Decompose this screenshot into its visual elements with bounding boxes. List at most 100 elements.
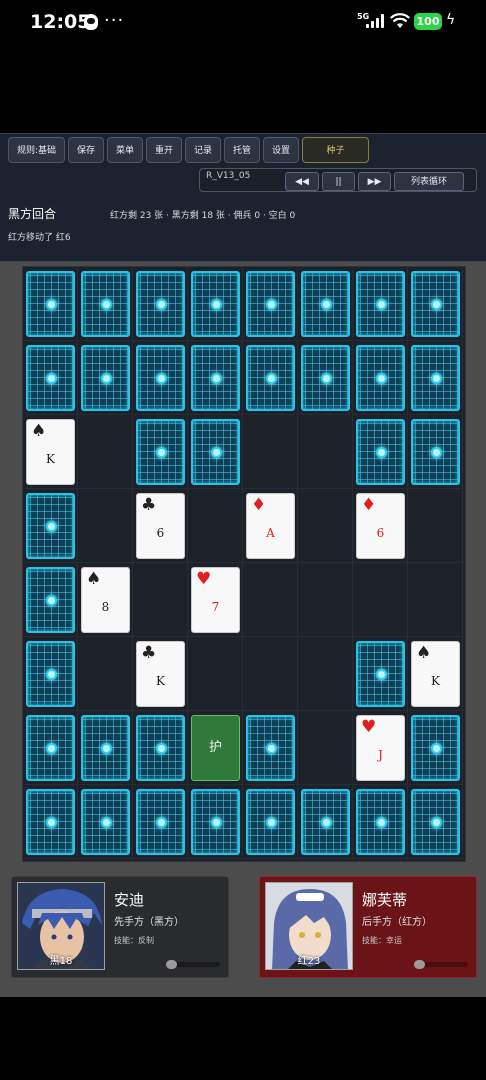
- board-cell[interactable]: 护: [188, 711, 243, 785]
- face-down-card[interactable]: [356, 789, 405, 855]
- face-down-card[interactable]: [81, 789, 130, 855]
- board-cell[interactable]: [243, 637, 298, 711]
- card-spade-k[interactable]: ♠ K: [411, 641, 460, 707]
- face-down-card[interactable]: [136, 715, 185, 781]
- face-down-card[interactable]: [26, 789, 75, 855]
- board-cell[interactable]: [23, 637, 78, 711]
- board-cell[interactable]: [133, 563, 188, 637]
- board-cell[interactable]: [23, 785, 78, 859]
- face-down-card[interactable]: [246, 271, 295, 337]
- board-cell[interactable]: [353, 267, 408, 341]
- board-cell[interactable]: [188, 637, 243, 711]
- menu-button[interactable]: 菜单: [107, 137, 143, 163]
- board-cell[interactable]: [243, 711, 298, 785]
- face-down-card[interactable]: [301, 345, 350, 411]
- face-down-card[interactable]: [191, 419, 240, 485]
- card-club-k[interactable]: ♣ K: [136, 641, 185, 707]
- rules-button[interactable]: 规则:基础: [8, 137, 65, 163]
- board-cell[interactable]: [408, 415, 463, 489]
- board-cell[interactable]: [353, 341, 408, 415]
- board-cell[interactable]: ♦ 6: [353, 489, 408, 563]
- board-cell[interactable]: [188, 415, 243, 489]
- face-down-card[interactable]: [356, 641, 405, 707]
- board-cell[interactable]: [23, 489, 78, 563]
- seed-button[interactable]: 种子 1C27A67B: [302, 137, 369, 182]
- board-cell[interactable]: [298, 711, 353, 785]
- board-cell[interactable]: [133, 711, 188, 785]
- board-cell[interactable]: [408, 267, 463, 341]
- face-down-card[interactable]: [26, 715, 75, 781]
- face-down-card[interactable]: [26, 567, 75, 633]
- board-cell[interactable]: [133, 267, 188, 341]
- face-down-card[interactable]: [301, 789, 350, 855]
- board-cell[interactable]: [298, 637, 353, 711]
- card-spade-k[interactable]: ♠ K: [26, 419, 75, 485]
- pause-button[interactable]: ||: [322, 172, 355, 191]
- board-cell[interactable]: [78, 711, 133, 785]
- board-cell[interactable]: ♠ K: [23, 415, 78, 489]
- face-down-card[interactable]: [26, 641, 75, 707]
- card-heart-7[interactable]: ♥ 7: [191, 567, 240, 633]
- board-cell[interactable]: [298, 785, 353, 859]
- board-cell[interactable]: [133, 341, 188, 415]
- board-cell[interactable]: [188, 267, 243, 341]
- face-down-card[interactable]: [411, 345, 460, 411]
- face-down-card[interactable]: [26, 345, 75, 411]
- slider-knob[interactable]: [166, 960, 177, 969]
- face-down-card[interactable]: [136, 271, 185, 337]
- board-cell[interactable]: [243, 267, 298, 341]
- skill-slider[interactable]: [166, 960, 220, 969]
- board-cell[interactable]: [408, 785, 463, 859]
- board-cell[interactable]: [23, 563, 78, 637]
- board-cell[interactable]: [353, 415, 408, 489]
- face-down-card[interactable]: [81, 271, 130, 337]
- slider-knob[interactable]: [414, 960, 425, 969]
- board-cell[interactable]: [78, 637, 133, 711]
- card-heart-j[interactable]: ♥ J: [356, 715, 405, 781]
- guard-tile[interactable]: 护: [191, 715, 240, 781]
- board-cell[interactable]: [243, 785, 298, 859]
- board-cell[interactable]: [243, 415, 298, 489]
- board-cell[interactable]: [23, 341, 78, 415]
- face-down-card[interactable]: [411, 789, 460, 855]
- board-cell[interactable]: [23, 711, 78, 785]
- board-cell[interactable]: [408, 341, 463, 415]
- auto-play-button[interactable]: 托管: [224, 137, 260, 163]
- board-cell[interactable]: [298, 489, 353, 563]
- board-cell[interactable]: [133, 785, 188, 859]
- board-cell[interactable]: [243, 341, 298, 415]
- board-cell[interactable]: [353, 563, 408, 637]
- save-button[interactable]: 保存: [68, 137, 104, 163]
- face-down-card[interactable]: [356, 271, 405, 337]
- board-cell[interactable]: ♥ J: [353, 711, 408, 785]
- face-down-card[interactable]: [191, 345, 240, 411]
- log-button[interactable]: 记录: [185, 137, 221, 163]
- board-cell[interactable]: [298, 563, 353, 637]
- face-down-card[interactable]: [136, 419, 185, 485]
- face-down-card[interactable]: [81, 715, 130, 781]
- face-down-card[interactable]: [136, 789, 185, 855]
- face-down-card[interactable]: [411, 715, 460, 781]
- face-down-card[interactable]: [26, 271, 75, 337]
- board-cell[interactable]: ♦ A: [243, 489, 298, 563]
- face-down-card[interactable]: [191, 271, 240, 337]
- face-down-card[interactable]: [246, 345, 295, 411]
- board-cell[interactable]: [133, 415, 188, 489]
- face-down-card[interactable]: [301, 271, 350, 337]
- settings-button[interactable]: 设置: [263, 137, 299, 163]
- board-cell[interactable]: ♥ 7: [188, 563, 243, 637]
- board-cell[interactable]: [298, 415, 353, 489]
- board-cell[interactable]: [353, 637, 408, 711]
- face-down-card[interactable]: [356, 419, 405, 485]
- board-cell[interactable]: [78, 415, 133, 489]
- board-cell[interactable]: [408, 711, 463, 785]
- board-cell[interactable]: [243, 563, 298, 637]
- card-spade-8[interactable]: ♠ 8: [81, 567, 130, 633]
- face-down-card[interactable]: [411, 271, 460, 337]
- skill-slider[interactable]: [414, 960, 468, 969]
- face-down-card[interactable]: [136, 345, 185, 411]
- face-down-card[interactable]: [356, 345, 405, 411]
- board-cell[interactable]: [23, 267, 78, 341]
- board-cell[interactable]: [188, 341, 243, 415]
- board-cell[interactable]: [408, 489, 463, 563]
